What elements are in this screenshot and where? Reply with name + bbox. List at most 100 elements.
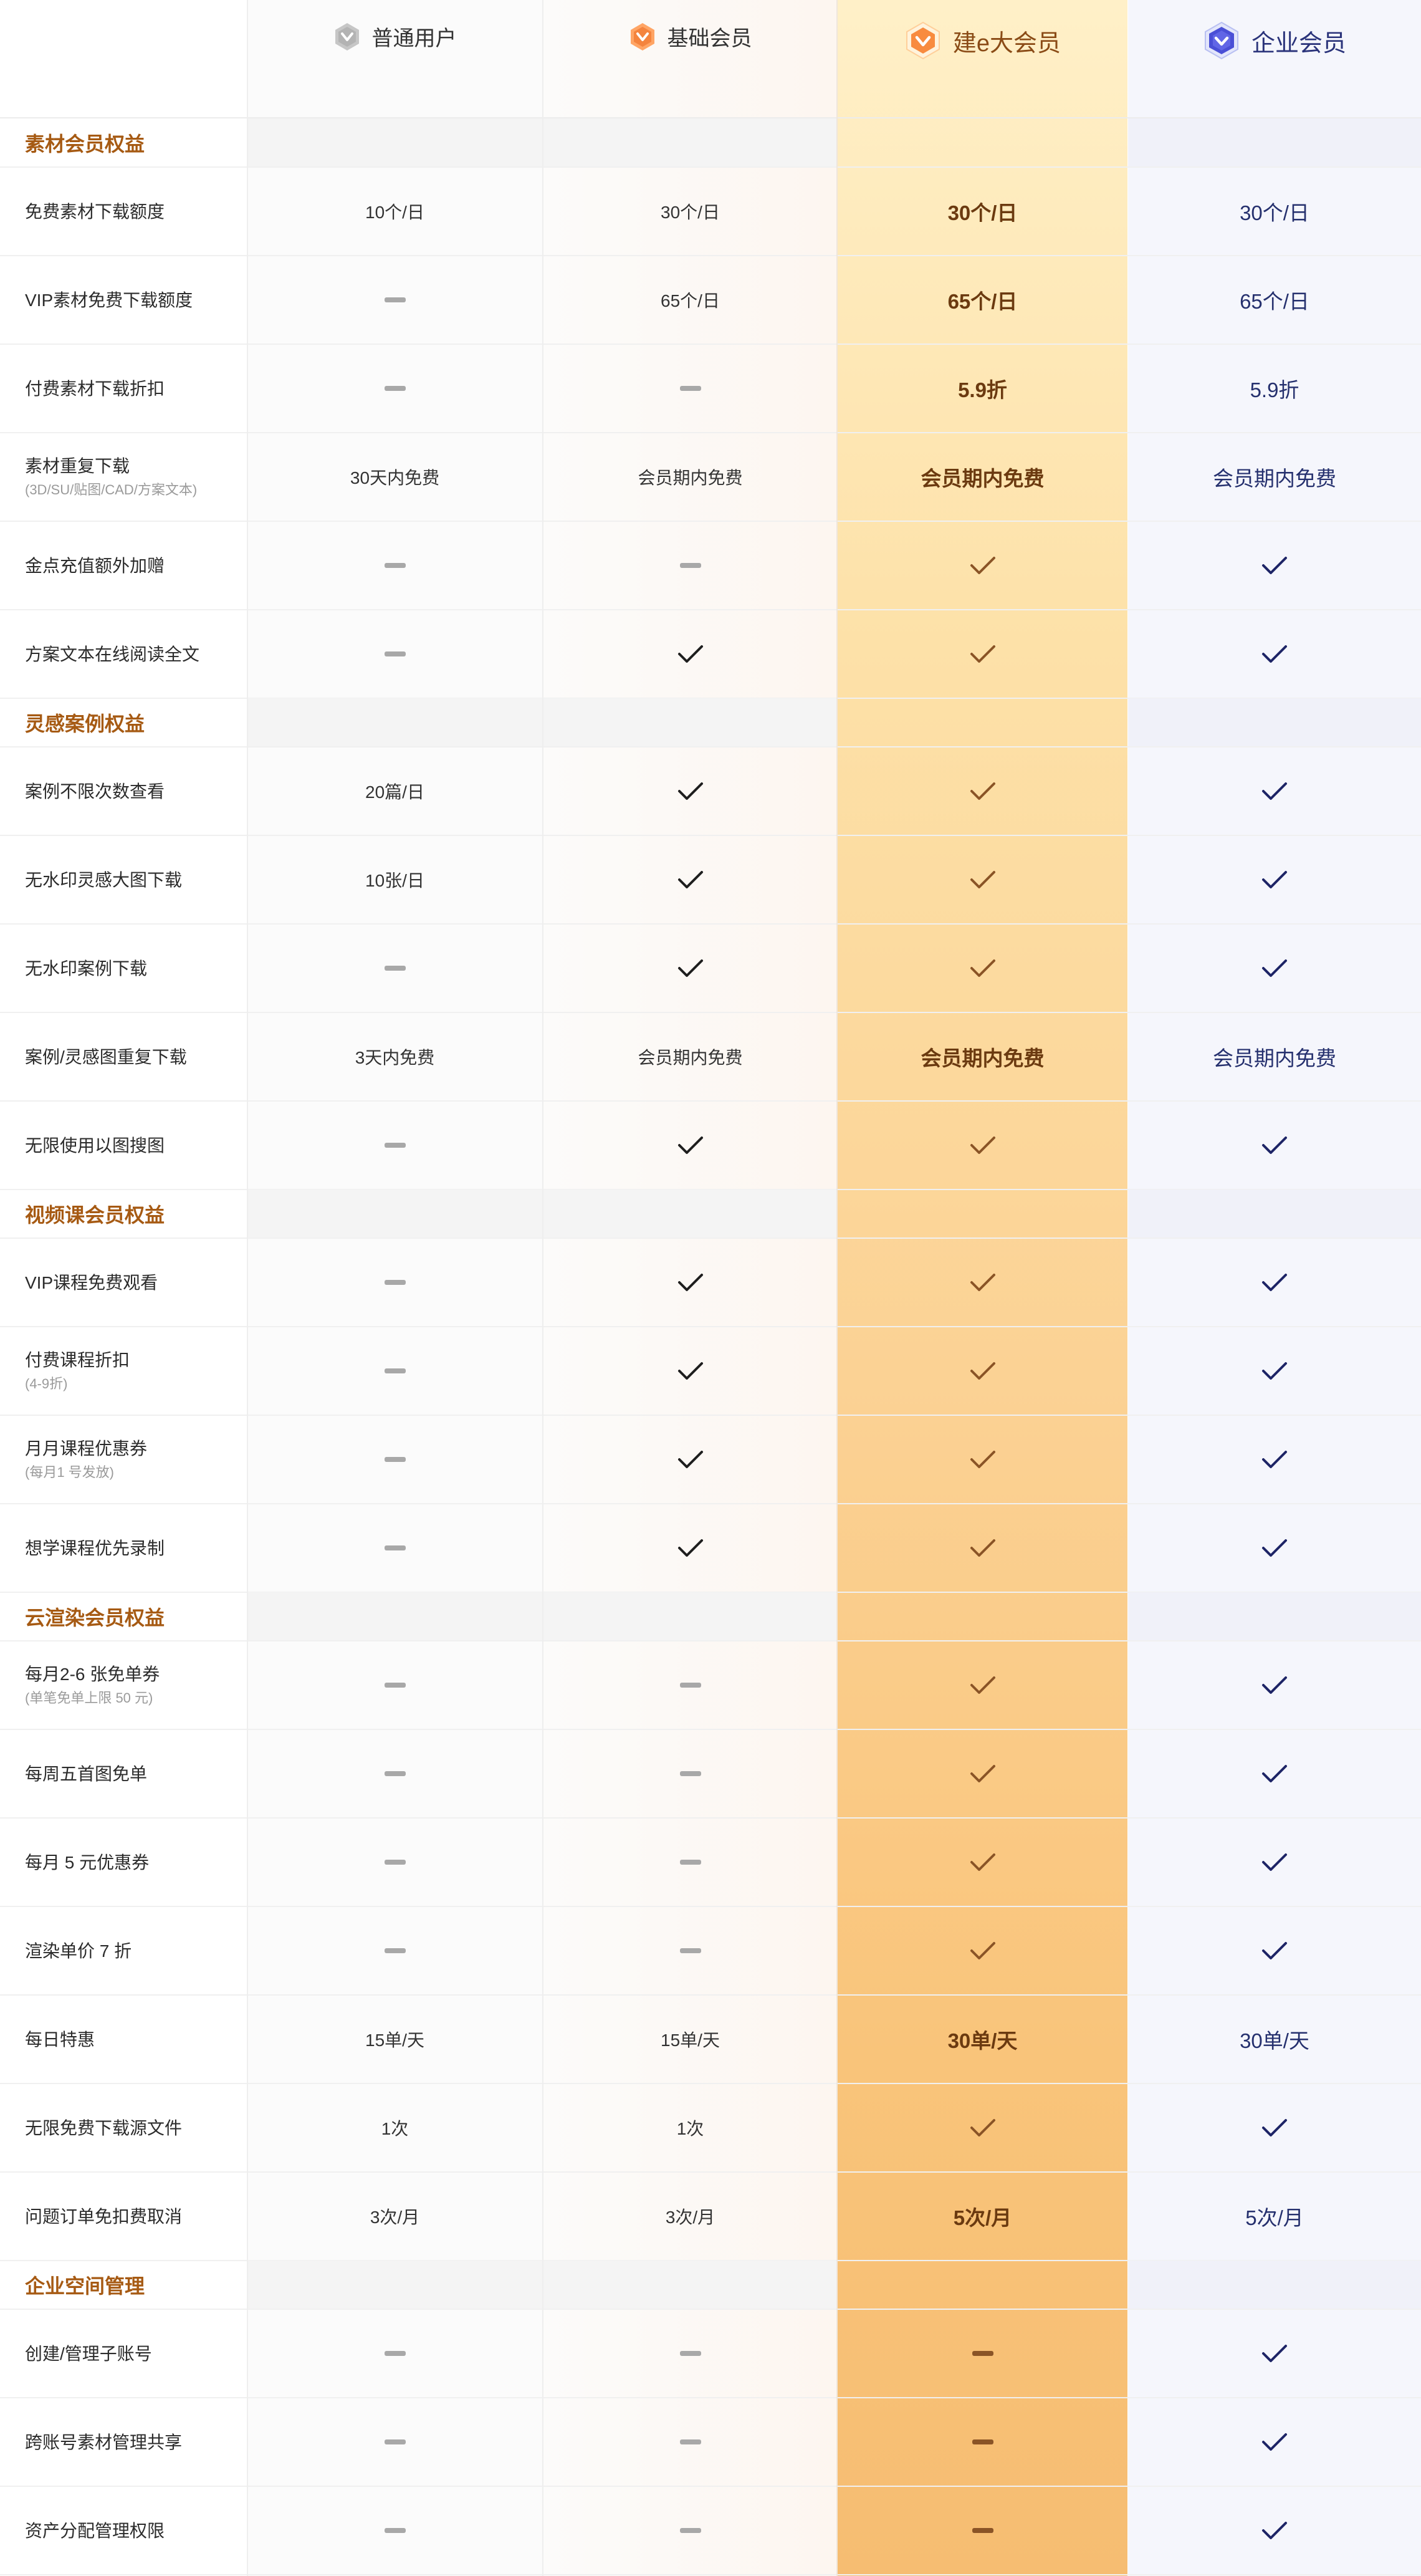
check-icon (1262, 1274, 1287, 1291)
check-icon (677, 1274, 703, 1291)
value-cell-normal: 20篇/日 (247, 747, 542, 835)
value-cell-enterprise (1128, 2309, 1421, 2398)
gold-hexagon-badge-icon (906, 21, 940, 60)
section-header: 视频课会员权益 (0, 1189, 1421, 1238)
dash-icon (384, 1545, 406, 1550)
feature-label: 无水印案例下载 (25, 958, 148, 978)
value-cell-normal (247, 1641, 542, 1729)
plan-name-normal: 普通用户 (371, 27, 457, 50)
table-row: 金点充值额外加赠 (0, 521, 1421, 610)
value-cell-enterprise (1128, 835, 1421, 924)
feature-label: 付费素材下载折扣 (25, 378, 165, 398)
value-cell-premium (838, 521, 1127, 610)
value-text: 会员期内免费 (638, 1048, 743, 1067)
value-cell-basic: 会员期内免费 (543, 1012, 837, 1101)
value-cell-premium (838, 2309, 1127, 2398)
dash-icon (384, 1143, 406, 1148)
check-icon (1262, 2345, 1287, 2362)
feature-cell: 问题订单免扣费取消 (25, 2172, 243, 2261)
dash-icon (679, 2439, 701, 2444)
value-cell-basic (543, 1327, 837, 1415)
value-cell-enterprise: 65个/日 (1128, 256, 1421, 344)
feature-label: 跨账号素材管理共享 (25, 2432, 183, 2452)
feature-cell: 无限免费下载源文件 (25, 2083, 243, 2172)
value-cell-enterprise (1128, 1238, 1421, 1327)
value-cell-basic (543, 835, 837, 924)
value-cell-basic (543, 521, 837, 610)
value-cell-enterprise: 5.9折 (1128, 344, 1421, 433)
section-header: 灵感案例权益 (0, 698, 1421, 747)
section-header: 企业空间管理 (0, 2261, 1421, 2309)
value-cell-premium: 会员期内免费 (838, 433, 1127, 521)
dash-icon (679, 563, 701, 568)
feature-label: 案例不限次数查看 (25, 781, 165, 801)
orange-hexagon-badge-icon (630, 22, 654, 50)
value-cell-basic: 65个/日 (543, 256, 837, 344)
feature-note: (4-9折) (25, 1376, 68, 1392)
dash-icon (384, 651, 406, 656)
table-row: 付费课程折扣 (4-9折) (0, 1327, 1421, 1415)
value-cell-basic (543, 2486, 837, 2575)
dash-icon (384, 2439, 406, 2444)
feature-cell: 跨账号素材管理共享 (25, 2398, 243, 2486)
check-icon (677, 782, 703, 800)
table-row: 资产分配管理权限 (0, 2486, 1421, 2575)
table-row: 付费素材下载折扣 5.9折 5.9折 (0, 344, 1421, 433)
table-row: 跨账号素材管理共享 (0, 2398, 1421, 2486)
value-cell-normal (247, 2486, 542, 2575)
value-text: 65个/日 (947, 290, 1018, 313)
feature-label: 每周五首图免单 (25, 1764, 148, 1784)
value-cell-basic (543, 1641, 837, 1729)
feature-cell: 无水印案例下载 (25, 924, 243, 1012)
value-cell-premium (838, 1641, 1127, 1729)
value-text: 65个/日 (1240, 290, 1309, 313)
dash-icon (384, 1948, 406, 1953)
value-text: 15单/天 (661, 2031, 720, 2050)
feature-label: 无水印灵感大图下载 (25, 870, 183, 890)
dash-icon (679, 386, 701, 391)
value-cell-enterprise (1128, 1101, 1421, 1189)
value-cell-premium: 5.9折 (838, 344, 1127, 433)
check-icon (970, 557, 995, 574)
value-cell-enterprise (1128, 1504, 1421, 1592)
value-cell-normal (247, 1327, 542, 1415)
value-cell-premium (838, 1238, 1127, 1327)
value-text: 5次/月 (1245, 2206, 1304, 2229)
value-cell-normal: 10个/日 (247, 167, 542, 256)
dash-icon (679, 1860, 701, 1865)
value-cell-basic: 15单/天 (543, 1995, 837, 2083)
feature-label: 付费课程折扣 (25, 1350, 130, 1370)
value-cell-normal: 1次 (247, 2083, 542, 2172)
value-cell-normal: 3次/月 (247, 2172, 542, 2261)
value-text: 30天内免费 (350, 468, 440, 488)
feature-cell: 想学课程优先录制 (25, 1504, 243, 1592)
table-row: 想学课程优先录制 (0, 1504, 1421, 1592)
value-cell-premium (838, 1504, 1127, 1592)
table-row: VIP素材免费下载额度 65个/日 65个/日 65个/日 (0, 256, 1421, 344)
feature-cell: 每月 5 元优惠券 (25, 1818, 243, 1906)
feature-cell: 资产分配管理权限 (25, 2486, 243, 2575)
value-cell-normal (247, 1101, 542, 1189)
feature-cell: 免费素材下载额度 (25, 167, 243, 256)
value-cell-enterprise (1128, 2486, 1421, 2575)
value-cell-premium (838, 2398, 1127, 2486)
feature-label: VIP素材免费下载额度 (25, 290, 193, 310)
feature-cell: 渲染单价 7 折 (25, 1906, 243, 1995)
dash-icon (384, 1771, 406, 1776)
value-cell-basic: 3次/月 (543, 2172, 837, 2261)
value-cell-normal (247, 1415, 542, 1504)
column-divider (247, 0, 248, 2576)
check-icon (970, 1942, 995, 1959)
feature-label: 想学课程优先录制 (25, 1538, 165, 1558)
table-row: 月月课程优惠券 (每月1 号发放) (0, 1415, 1421, 1504)
value-text: 3次/月 (370, 2208, 420, 2227)
dash-icon (679, 2528, 701, 2533)
table-row: 每月 5 元优惠券 (0, 1818, 1421, 1906)
value-text: 会员期内免费 (638, 468, 743, 488)
check-icon (1262, 782, 1287, 800)
value-cell-normal (247, 610, 542, 698)
value-text: 会员期内免费 (921, 1047, 1045, 1070)
column-divider (836, 0, 838, 2576)
value-cell-basic (543, 2398, 837, 2486)
feature-label: 每月 5 元优惠券 (25, 1852, 150, 1872)
